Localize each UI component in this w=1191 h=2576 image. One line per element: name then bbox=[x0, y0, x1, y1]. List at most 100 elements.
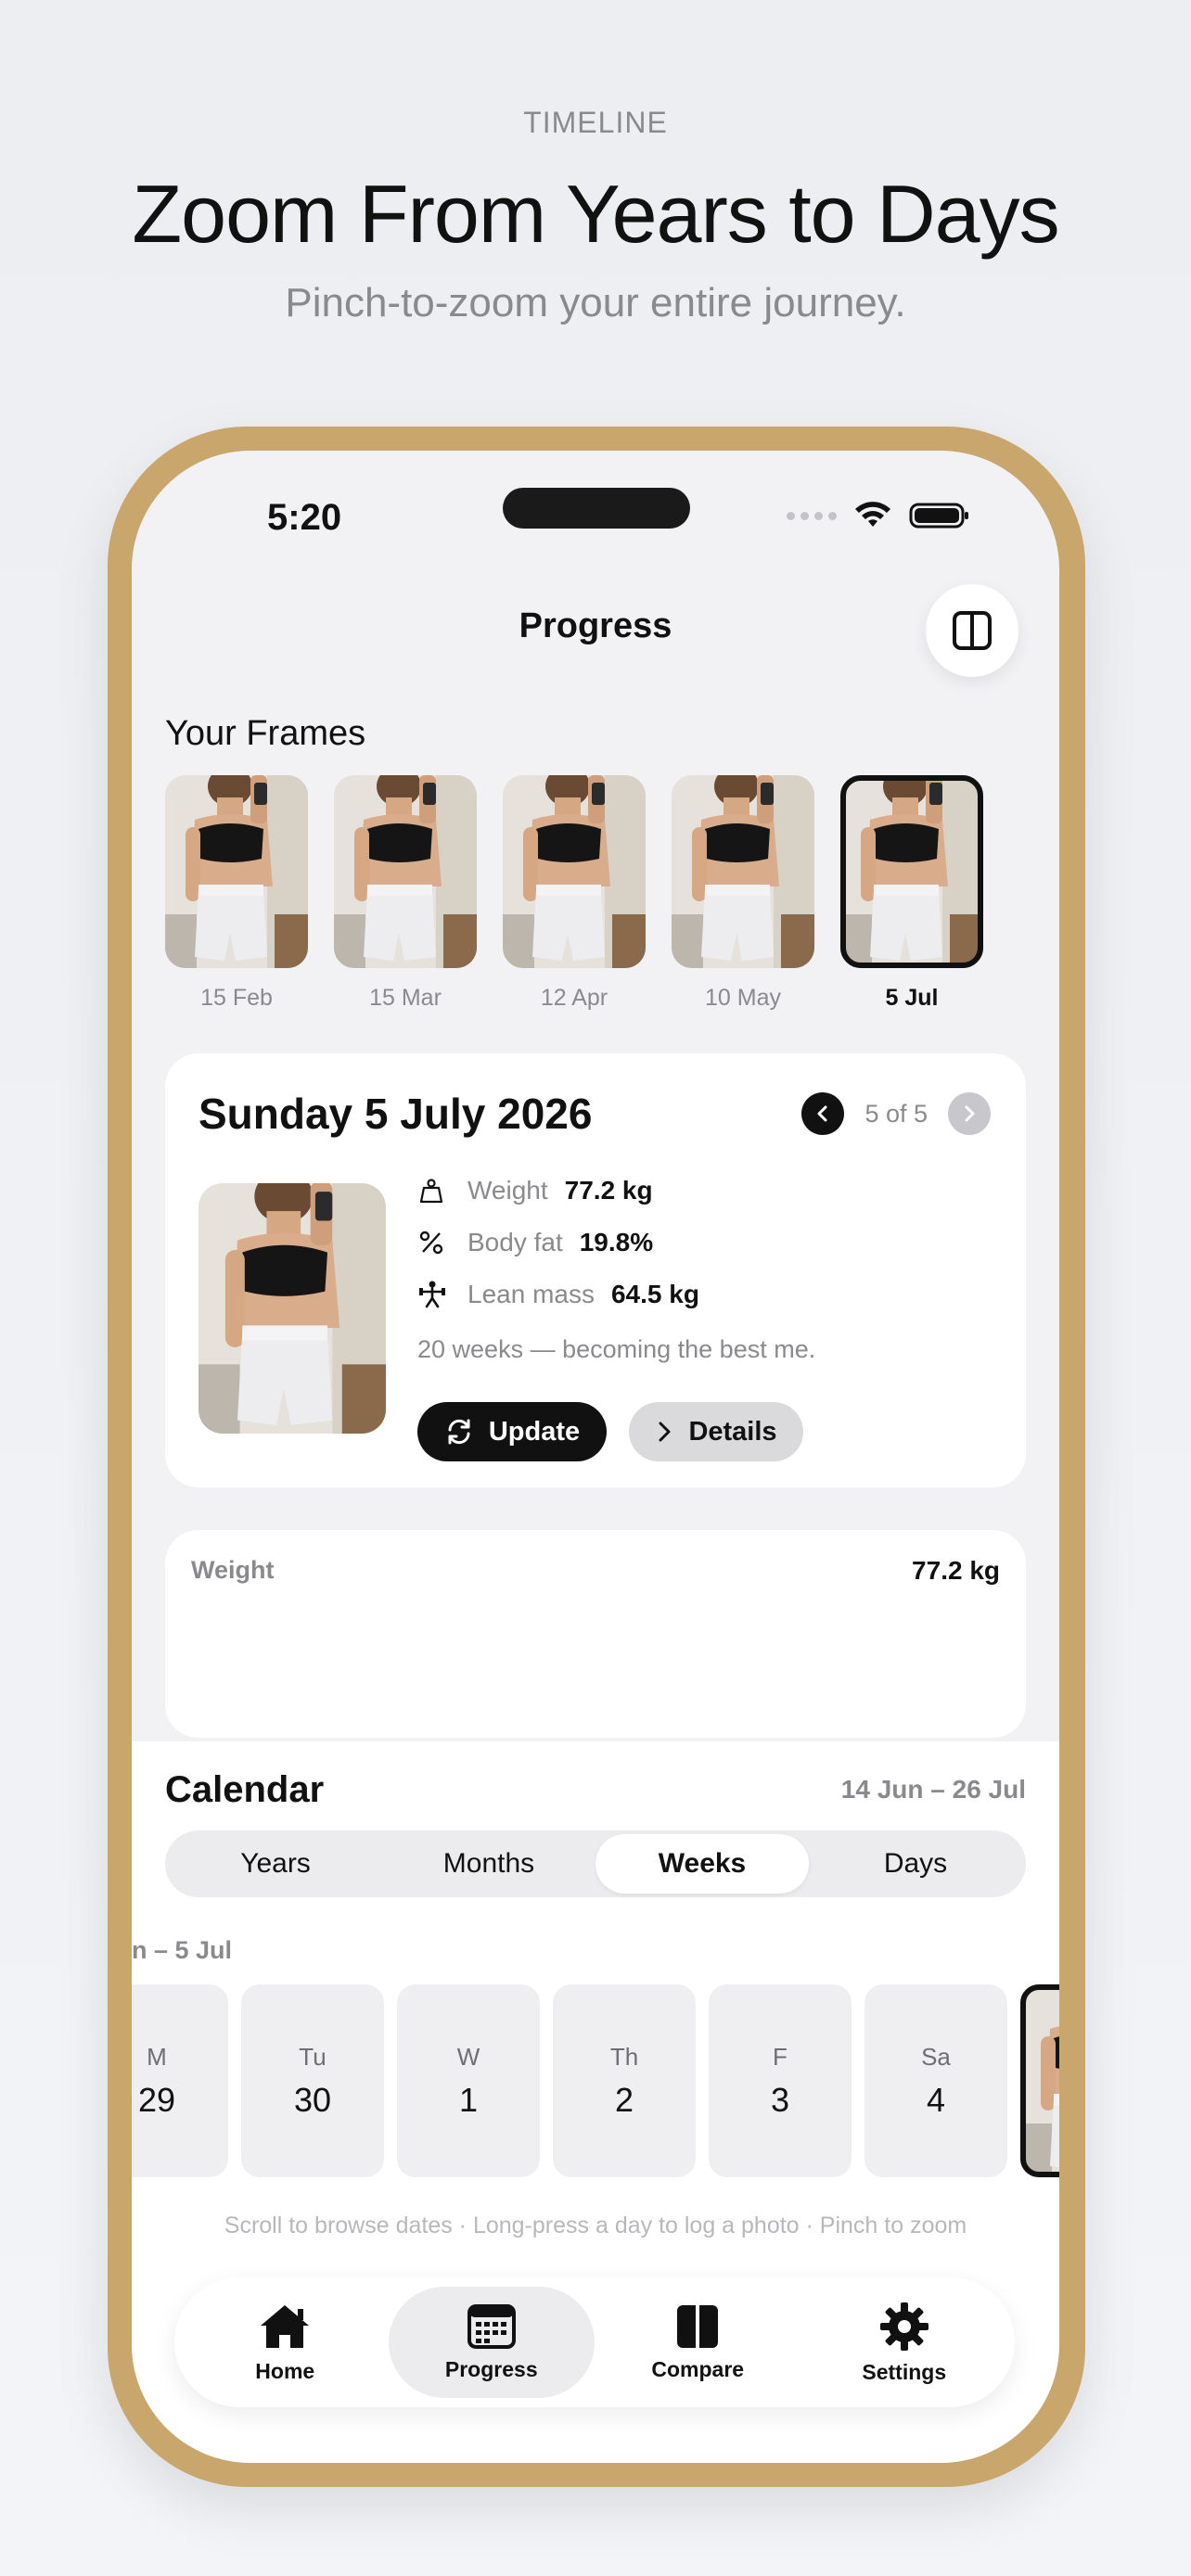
day-of-week: Tu bbox=[299, 2042, 327, 2071]
day-cell-photo[interactable] bbox=[1020, 1984, 1059, 2177]
lean-mass-icon bbox=[417, 1280, 455, 1309]
frame-date-selected: 5 Jul bbox=[885, 985, 939, 1011]
frame-pager: 5 of 5 bbox=[801, 1092, 991, 1135]
frame-item[interactable]: 12 Apr bbox=[503, 775, 646, 1012]
wifi-icon bbox=[855, 502, 890, 527]
signal-icon bbox=[787, 511, 837, 520]
previous-frame-button[interactable] bbox=[801, 1092, 845, 1135]
page-title: Progress bbox=[519, 606, 672, 645]
segment-years[interactable]: Years bbox=[169, 1834, 382, 1894]
calendar-icon bbox=[467, 2303, 516, 2349]
day-of-week: M bbox=[147, 2042, 167, 2071]
metric-value: 64.5 kg bbox=[610, 1280, 699, 1308]
metric-value: 77.2 kg bbox=[564, 1176, 653, 1205]
frame-item-selected[interactable]: 5 Jul bbox=[840, 775, 983, 1012]
refresh-icon bbox=[448, 1419, 470, 1445]
home-icon bbox=[261, 2304, 310, 2348]
frame-item[interactable]: 10 May bbox=[672, 775, 814, 1012]
calendar-hint: Scroll to browse dates · Long-press a da… bbox=[224, 2213, 967, 2238]
segment-months[interactable]: Months bbox=[382, 1834, 596, 1894]
metric-body-fat: Body fat 19.8% bbox=[417, 1217, 699, 1269]
compare-view-button[interactable] bbox=[926, 584, 1018, 677]
metric-label: Lean mass bbox=[467, 1280, 595, 1308]
frame-item[interactable]: 15 Mar bbox=[334, 775, 477, 1012]
split-view-icon bbox=[953, 611, 992, 650]
day-cell[interactable]: W 1 bbox=[397, 1984, 540, 2177]
metric-lean-mass: Lean mass 64.5 kg bbox=[417, 1269, 699, 1320]
chevron-right-icon bbox=[659, 1422, 671, 1442]
day-of-week: Th bbox=[609, 2042, 639, 2071]
day-cell[interactable]: Th 2 bbox=[553, 1984, 696, 2177]
frame-date: 10 May bbox=[705, 985, 781, 1011]
weight-card-label: Weight bbox=[191, 1556, 275, 1584]
zoom-level-segmented-control: Years Months Weeks Days bbox=[165, 1830, 1026, 1897]
frames-strip: 15 Feb 15 Mar 12 Apr 10 May 5 Jul bbox=[165, 775, 983, 1012]
metrics-list: Weight 77.2 kg Body fat 19.8% Lean mass … bbox=[417, 1165, 699, 1320]
tab-compare[interactable]: Compare bbox=[595, 2287, 801, 2398]
tab-bar: Home Progress Compare Settings bbox=[174, 2277, 1015, 2407]
tab-label: Progress bbox=[444, 2356, 538, 2381]
frame-thumbnail[interactable] bbox=[165, 775, 308, 968]
chevron-left-icon bbox=[817, 1105, 827, 1122]
day-of-week: Sa bbox=[921, 2042, 951, 2071]
metric-label: Body fat bbox=[467, 1228, 563, 1256]
battery-icon bbox=[909, 503, 968, 529]
frame-thumbnail[interactable] bbox=[334, 775, 477, 968]
tab-home[interactable]: Home bbox=[182, 2287, 389, 2398]
detail-date-title: Sunday 5 July 2026 bbox=[198, 1090, 593, 1138]
day-number: 2 bbox=[614, 2080, 634, 2119]
day-cell[interactable]: Sa 4 bbox=[864, 1984, 1007, 2177]
tab-label: Settings bbox=[862, 2359, 947, 2384]
segment-weeks[interactable]: Weeks bbox=[596, 1834, 809, 1894]
frame-thumbnail[interactable] bbox=[503, 775, 646, 968]
day-cell[interactable]: F 3 bbox=[709, 1984, 852, 2177]
calendar-range: 14 Jun – 26 Jul bbox=[840, 1775, 1026, 1804]
chevron-right-icon bbox=[965, 1105, 975, 1122]
percent-icon bbox=[417, 1229, 455, 1256]
day-number: 29 bbox=[137, 2080, 176, 2119]
day-of-week: W bbox=[456, 2042, 480, 2071]
weight-chart-card[interactable]: Weight 77.2 kg bbox=[165, 1530, 1026, 1738]
tab-label: Compare bbox=[651, 2356, 745, 2381]
day-number: 1 bbox=[458, 2080, 479, 2119]
frame-date: 12 Apr bbox=[540, 985, 608, 1011]
compare-icon bbox=[677, 2304, 719, 2348]
frame-date: 15 Feb bbox=[200, 985, 273, 1011]
detail-photo[interactable] bbox=[198, 1183, 386, 1434]
day-number: 30 bbox=[293, 2080, 332, 2119]
weight-icon bbox=[417, 1177, 455, 1205]
tab-progress[interactable]: Progress bbox=[388, 2287, 595, 2398]
update-button[interactable]: Update bbox=[417, 1402, 607, 1461]
day-of-week: F bbox=[773, 2042, 788, 2071]
calendar-panel: Calendar 14 Jun – 26 Jul Years Months We… bbox=[132, 1741, 1059, 2463]
frame-note: 20 weeks — becoming the best me. bbox=[417, 1335, 816, 1363]
update-button-label: Update bbox=[488, 1416, 581, 1447]
day-cell[interactable]: M 29 bbox=[132, 1984, 228, 2177]
status-time: 5:20 bbox=[267, 497, 342, 538]
details-button[interactable]: Details bbox=[629, 1402, 803, 1461]
frame-date: 15 Mar bbox=[369, 985, 442, 1011]
dynamic-island bbox=[503, 488, 690, 529]
next-frame-button[interactable] bbox=[948, 1092, 991, 1135]
day-cell[interactable]: Tu 30 bbox=[241, 1984, 384, 2177]
calendar-title: Calendar bbox=[165, 1769, 325, 1810]
subhead: Pinch-to-zoom your entire journey. bbox=[285, 280, 906, 325]
week-range-label: n – 5 Jul bbox=[132, 1936, 233, 1964]
metric-value: 19.8% bbox=[579, 1228, 654, 1256]
pager-count: 5 of 5 bbox=[864, 1099, 928, 1128]
day-number: 3 bbox=[770, 2080, 790, 2119]
phone-screen: 5:20 Progress Your Frames 15 Feb 15 Mar bbox=[132, 451, 1059, 2463]
frame-thumbnail-selected[interactable] bbox=[840, 775, 983, 968]
frame-detail-card: Sunday 5 July 2026 5 of 5 Weight 77.2 kg bbox=[165, 1053, 1026, 1487]
frame-thumbnail[interactable] bbox=[672, 775, 814, 968]
weight-card-value: 77.2 kg bbox=[912, 1556, 1000, 1585]
status-icons bbox=[787, 501, 970, 530]
gear-icon bbox=[879, 2302, 928, 2351]
headline: Zoom From Years to Days bbox=[132, 168, 1059, 260]
segment-days[interactable]: Days bbox=[809, 1834, 1022, 1894]
tab-label: Home bbox=[255, 2358, 315, 2383]
metric-label: Weight bbox=[467, 1176, 548, 1205]
tab-settings[interactable]: Settings bbox=[801, 2287, 1008, 2398]
frame-item[interactable]: 15 Feb bbox=[165, 775, 308, 1012]
details-button-label: Details bbox=[688, 1416, 777, 1447]
